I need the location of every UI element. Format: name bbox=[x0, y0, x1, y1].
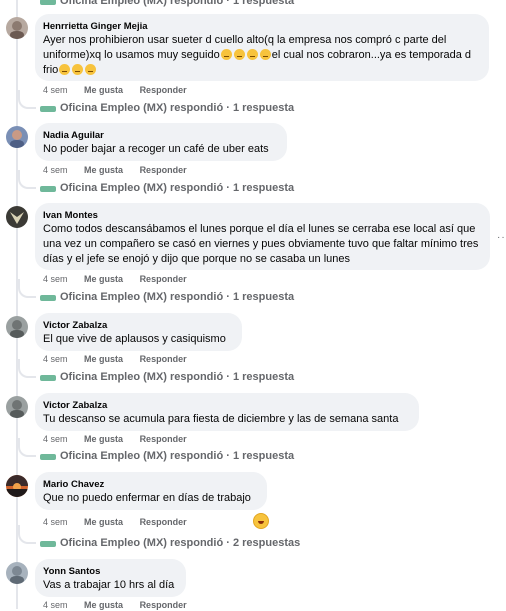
like-button[interactable]: Me gusta bbox=[84, 274, 123, 284]
comment-text: Como todos descansábamos el lunes porque… bbox=[43, 223, 482, 265]
avatar[interactable] bbox=[6, 316, 28, 338]
page-avatar-icon bbox=[40, 451, 56, 461]
comment-bubble: Mario Chavez Que no puedo enfermar en dí… bbox=[35, 472, 267, 510]
reply-summary-text: Oficina Empleo (MX) respondió · 1 respue… bbox=[60, 0, 295, 7]
comment-actions: 4 sem Me gusta Responder bbox=[43, 517, 201, 528]
reply-summary-text: Oficina Empleo (MX) respondió · 1 respue… bbox=[60, 182, 295, 194]
avatar[interactable] bbox=[6, 396, 28, 418]
comment-text: Vas a trabajar 10 hrs al día bbox=[43, 579, 175, 591]
comment-author[interactable]: Nadia Aguilar bbox=[43, 129, 279, 142]
comment-time[interactable]: 4 sem bbox=[43, 517, 68, 527]
page-avatar-icon bbox=[40, 538, 56, 548]
emoji-icon bbox=[59, 64, 71, 75]
comment-actions: 4 sem Me gusta Responder bbox=[43, 274, 201, 285]
page-avatar-icon bbox=[40, 103, 56, 113]
like-button[interactable]: Me gusta bbox=[84, 85, 123, 95]
comment-time[interactable]: 4 sem bbox=[43, 434, 68, 444]
reply-button[interactable]: Responder bbox=[140, 434, 187, 444]
thread-connector bbox=[18, 438, 36, 457]
comment-time[interactable]: 4 sem bbox=[43, 165, 68, 175]
reply-summary-text: Oficina Empleo (MX) respondió · 1 respue… bbox=[60, 450, 295, 462]
comment-text: Tu descanso se acumula para fiesta de di… bbox=[43, 413, 399, 425]
avatar[interactable] bbox=[6, 17, 28, 39]
avatar[interactable] bbox=[6, 206, 28, 228]
avatar[interactable] bbox=[6, 562, 28, 584]
page-avatar-icon bbox=[40, 292, 56, 302]
emoji-icon bbox=[72, 64, 84, 75]
comment-author[interactable]: Mario Chavez bbox=[43, 478, 259, 491]
reply-summary-text: Oficina Empleo (MX) respondió · 1 respue… bbox=[60, 102, 295, 114]
comment-bubble: Victor Zabalza El que vive de aplausos y… bbox=[35, 313, 242, 351]
like-button[interactable]: Me gusta bbox=[84, 354, 123, 364]
avatar[interactable] bbox=[6, 126, 28, 148]
comment-actions: 4 sem Me gusta Responder bbox=[43, 600, 201, 611]
comment-text: No poder bajar a recoger un café de uber… bbox=[43, 143, 269, 155]
comment-text: El que vive de aplausos y casiquismo bbox=[43, 333, 226, 345]
emoji-icon bbox=[85, 64, 97, 75]
comment-time[interactable]: 4 sem bbox=[43, 274, 68, 284]
comment-actions: 4 sem Me gusta Responder bbox=[43, 434, 201, 445]
comment-author[interactable]: Victor Zabalza bbox=[43, 319, 234, 332]
thread-connector bbox=[18, 359, 36, 378]
reply-button[interactable]: Responder bbox=[140, 274, 187, 284]
comment-text: Que no puedo enfermar en días de trabajo bbox=[43, 492, 251, 504]
like-button[interactable]: Me gusta bbox=[84, 165, 123, 175]
reply-button[interactable]: Responder bbox=[140, 517, 187, 527]
reply-summary-text: Oficina Empleo (MX) respondió · 1 respue… bbox=[60, 291, 295, 303]
comment-author[interactable]: Victor Zabalza bbox=[43, 399, 411, 412]
comment-bubble: Yonn Santos Vas a trabajar 10 hrs al día bbox=[35, 559, 186, 597]
thread-connector bbox=[18, 279, 36, 298]
thread-connector bbox=[18, 170, 36, 189]
avatar[interactable] bbox=[6, 475, 28, 497]
emoji-icon bbox=[233, 49, 245, 60]
comment-bubble: Henrrietta Ginger Mejia Ayer nos prohibi… bbox=[35, 14, 489, 81]
laugh-reaction-icon[interactable] bbox=[253, 513, 269, 529]
comment-bubble: Ivan Montes Como todos descansábamos el … bbox=[35, 203, 490, 270]
comment-time[interactable]: 4 sem bbox=[43, 354, 68, 364]
page-avatar-icon bbox=[40, 372, 56, 382]
emoji-icon bbox=[246, 49, 258, 60]
page-avatar-icon bbox=[40, 0, 56, 6]
like-button[interactable]: Me gusta bbox=[84, 434, 123, 444]
comment-actions: 4 sem Me gusta Responder bbox=[43, 165, 201, 176]
comment-time[interactable]: 4 sem bbox=[43, 85, 68, 95]
like-button[interactable]: Me gusta bbox=[84, 517, 123, 527]
comment-author[interactable]: Henrrietta Ginger Mejia bbox=[43, 20, 481, 33]
emoji-icon bbox=[259, 49, 271, 60]
comment-author[interactable]: Ivan Montes bbox=[43, 209, 482, 222]
comment-bubble: Nadia Aguilar No poder bajar a recoger u… bbox=[35, 123, 287, 161]
comment-actions: 4 sem Me gusta Responder bbox=[43, 354, 201, 365]
reply-button[interactable]: Responder bbox=[140, 85, 187, 95]
more-options-icon[interactable]: ·· bbox=[497, 232, 506, 243]
comment-text: Ayer nos prohibieron usar sueter d cuell… bbox=[43, 34, 475, 76]
comment-author[interactable]: Yonn Santos bbox=[43, 565, 178, 578]
thread-connector bbox=[18, 90, 36, 109]
reply-button[interactable]: Responder bbox=[140, 354, 187, 364]
page-avatar-icon bbox=[40, 183, 56, 193]
reply-button[interactable]: Responder bbox=[140, 165, 187, 175]
emoji-icon bbox=[220, 49, 232, 60]
reply-summary-text: Oficina Empleo (MX) respondió · 1 respue… bbox=[60, 371, 295, 383]
reply-summary-text: Oficina Empleo (MX) respondió · 2 respue… bbox=[60, 537, 301, 549]
comment-actions: 4 sem Me gusta Responder bbox=[43, 85, 201, 96]
thread-connector bbox=[18, 525, 36, 544]
comment-bubble: Victor Zabalza Tu descanso se acumula pa… bbox=[35, 393, 419, 431]
